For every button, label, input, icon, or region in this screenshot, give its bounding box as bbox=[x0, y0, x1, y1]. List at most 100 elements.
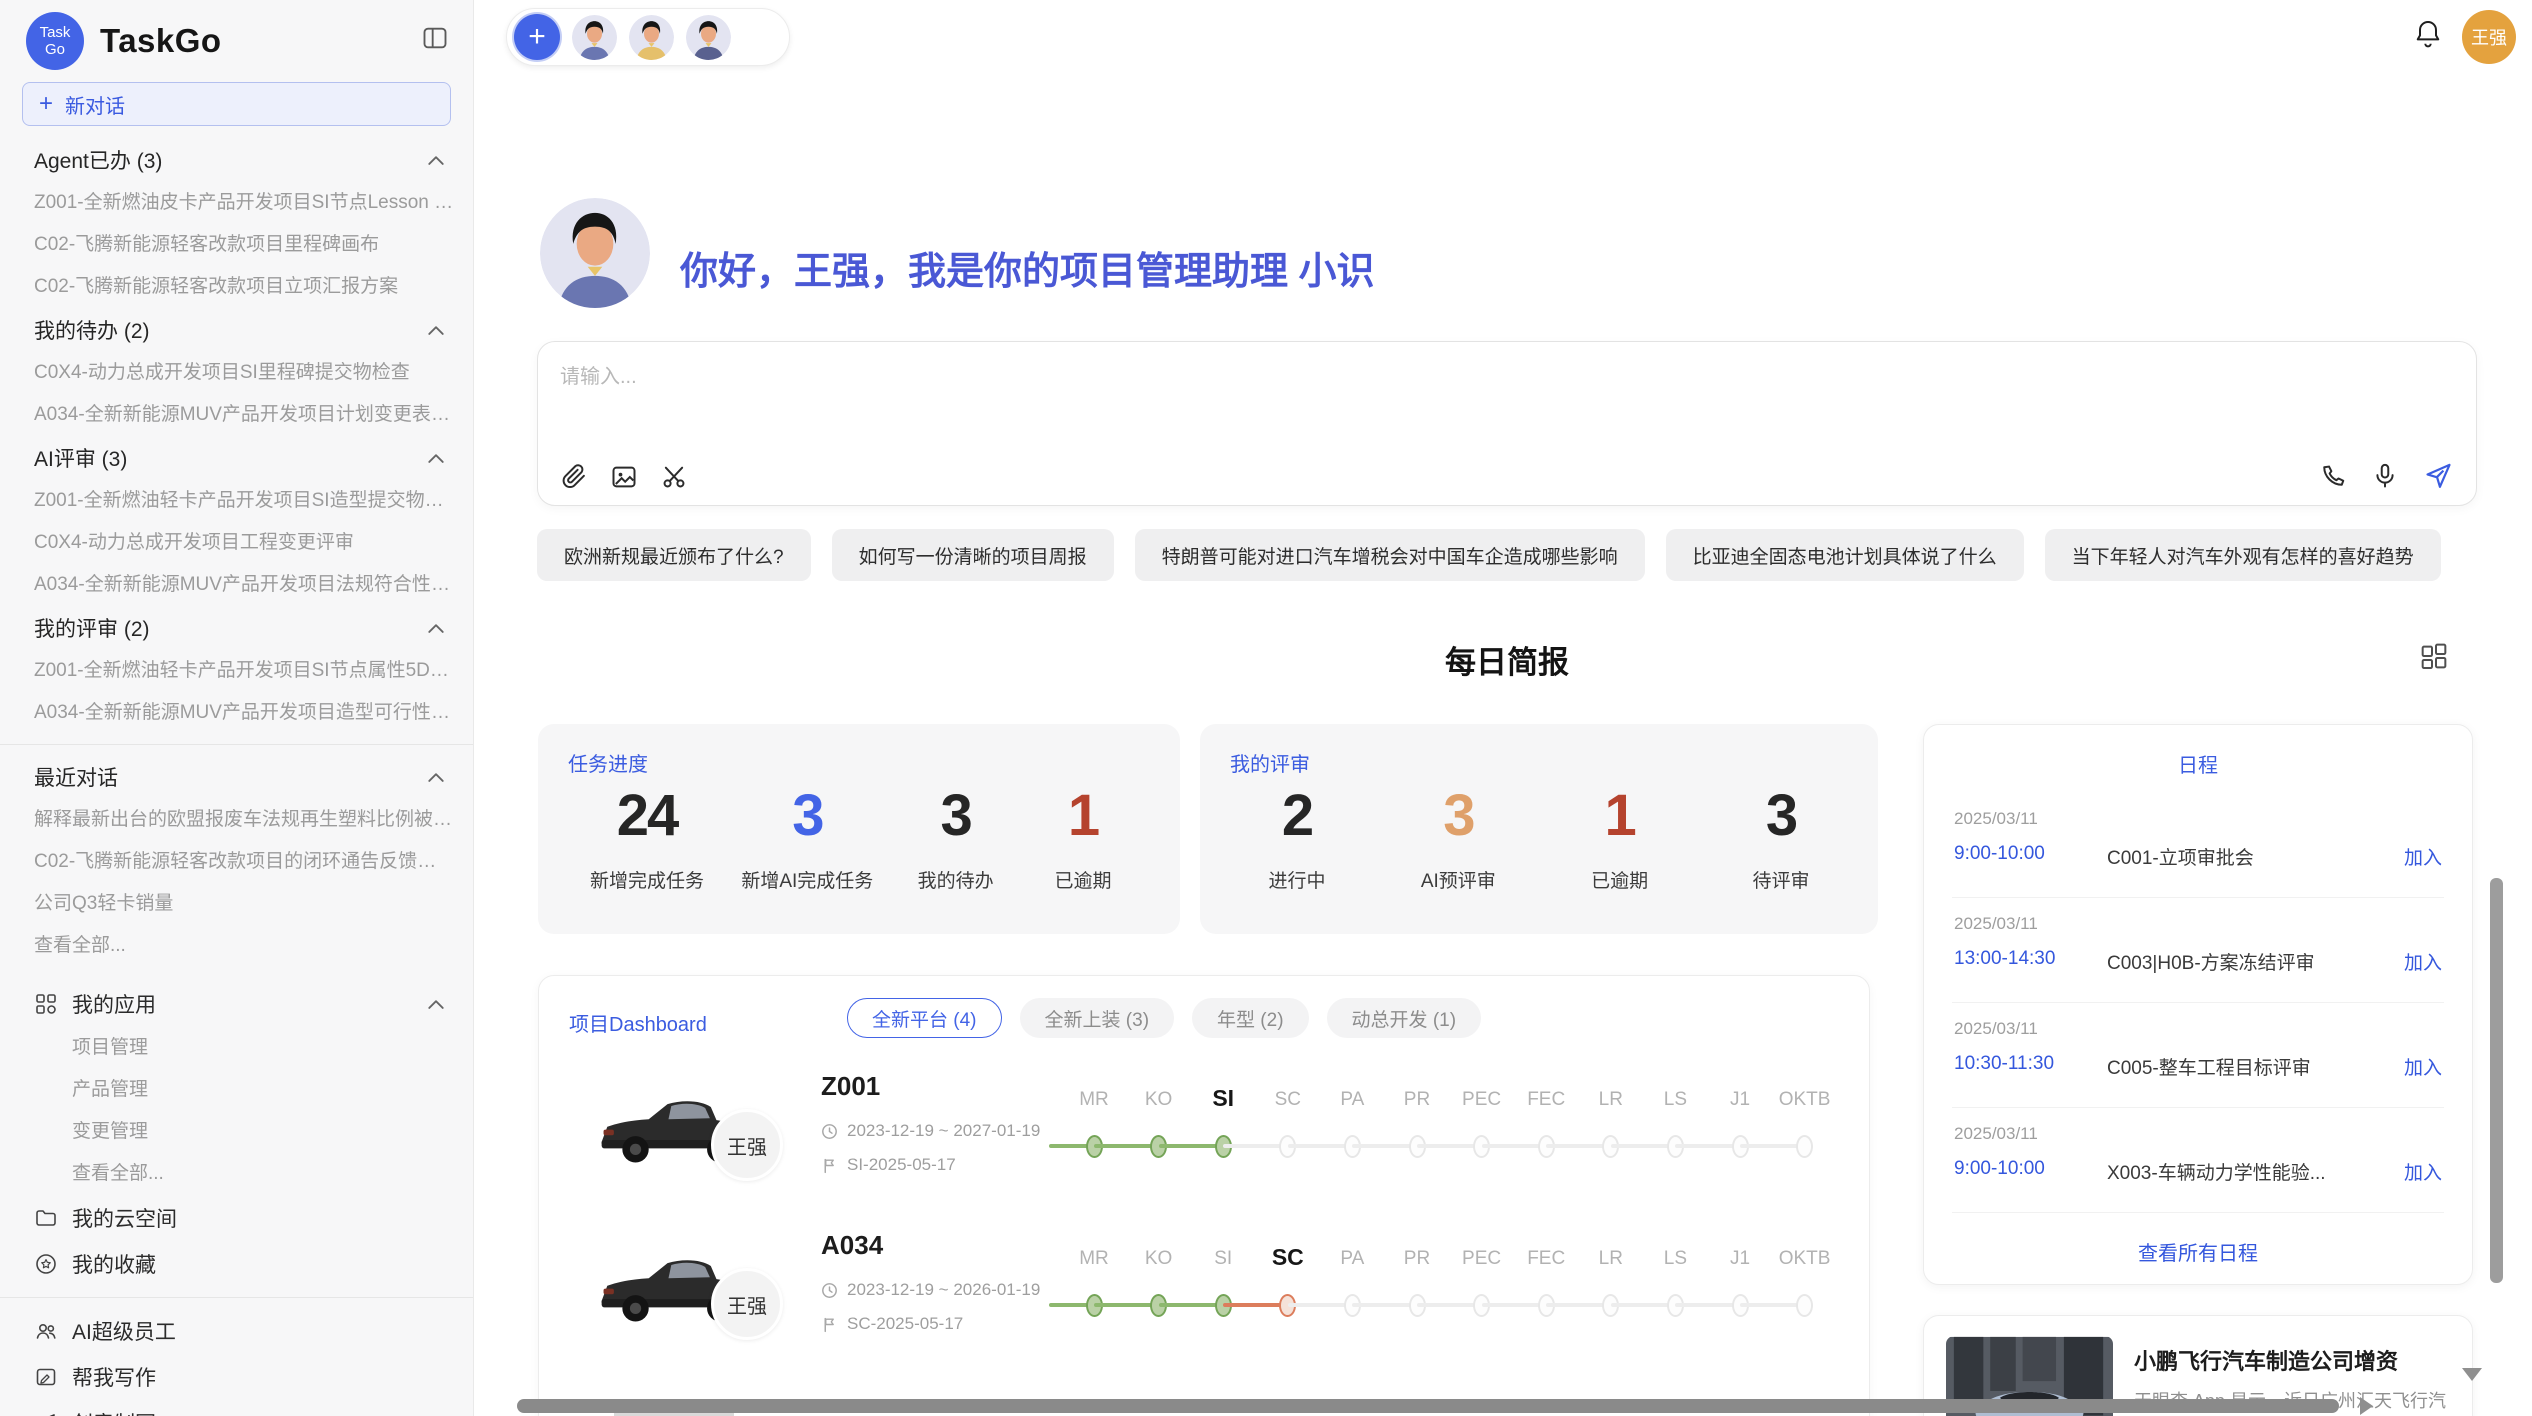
sidebar-item-cloud-space[interactable]: 我的云空间 bbox=[0, 1195, 473, 1241]
section-title: 最近对话 bbox=[34, 762, 118, 792]
suggestion-chip[interactable]: 欧洲新规最近颁布了什么? bbox=[537, 529, 811, 581]
plus-icon: + bbox=[528, 20, 546, 54]
join-link[interactable]: 加入 bbox=[2404, 1053, 2442, 1080]
avatar[interactable] bbox=[629, 15, 674, 60]
suggestion-chip[interactable]: 特朗普可能对进口汽车增税会对中国车企造成哪些影响 bbox=[1135, 529, 1645, 581]
tab-model-year[interactable]: 年型 (2) bbox=[1192, 998, 1309, 1038]
milestone-segment bbox=[1611, 1303, 1676, 1307]
sidebar-item-creative-draw[interactable]: 创意制图 bbox=[0, 1400, 473, 1416]
suggestion-chip[interactable]: 当下年轻人对汽车外观有怎样的喜好趋势 bbox=[2045, 529, 2441, 581]
list-item[interactable]: C02-飞腾新能源轻客改款项目的闭环通告反馈情况 bbox=[0, 841, 473, 883]
section-title: AI评审 (3) bbox=[34, 443, 127, 473]
join-link[interactable]: 加入 bbox=[2404, 1158, 2442, 1185]
list-item[interactable]: Z001-全新燃油轻卡产品开发项目SI节点属性5D文件评审 bbox=[0, 650, 473, 692]
stat-label: 新增完成任务 bbox=[590, 866, 704, 893]
vertical-scrollbar[interactable] bbox=[2490, 878, 2503, 1283]
chat-input[interactable] bbox=[560, 360, 2450, 446]
sidebar-item-my-apps[interactable]: 我的应用 bbox=[0, 981, 473, 1027]
sidebar-collapse-icon[interactable] bbox=[421, 24, 449, 52]
list-item[interactable]: C02-飞腾新能源轻客改款项目立项汇报方案 bbox=[0, 266, 473, 308]
chevron-up-icon[interactable] bbox=[427, 153, 445, 167]
sidebar-item-help-write[interactable]: 帮我写作 bbox=[0, 1354, 473, 1400]
sidebar-item-change-mgmt[interactable]: 变更管理 bbox=[0, 1111, 473, 1153]
news-title: 小鹏飞行汽车制造公司增资 bbox=[2134, 1344, 2454, 1376]
chevron-up-icon[interactable] bbox=[427, 323, 445, 337]
scroll-right-arrow[interactable] bbox=[2360, 1397, 2373, 1415]
user-avatar[interactable]: 王强 bbox=[2462, 10, 2516, 64]
task-progress-card: 任务进度 24新增完成任务 3新增AI完成任务 3我的待办 1已逾期 bbox=[538, 724, 1180, 934]
list-item[interactable]: 解释最新出台的欧盟报废车法规再生塑料比例被调至15%... bbox=[0, 799, 473, 841]
section-my-review[interactable]: 我的评审 (2) bbox=[0, 606, 473, 650]
view-all-link[interactable]: 查看全部... bbox=[0, 925, 473, 967]
suggestion-chip[interactable]: 比亚迪全固态电池计划具体说了什么 bbox=[1666, 529, 2024, 581]
list-item[interactable]: Z001-全新燃油轻卡产品开发项目SI造型提交物评审 bbox=[0, 480, 473, 522]
section-recent-chats[interactable]: 最近对话 bbox=[0, 755, 473, 799]
stat-label: 新增AI完成任务 bbox=[741, 866, 873, 893]
tab-powertrain[interactable]: 动总开发 (1) bbox=[1327, 998, 1482, 1038]
scissors-icon[interactable] bbox=[660, 463, 688, 491]
stat-label: 进行中 bbox=[1252, 866, 1342, 893]
milestone-node[interactable] bbox=[1796, 1294, 1813, 1317]
list-item[interactable]: C0X4-动力总成开发项目SI里程碑提交物检查 bbox=[0, 352, 473, 394]
scroll-down-arrow[interactable] bbox=[2462, 1368, 2482, 1381]
milestone-node[interactable] bbox=[1796, 1135, 1813, 1158]
list-item[interactable]: A034-全新新能源MUV产品开发项目计划变更表编写 bbox=[0, 394, 473, 436]
add-session-button[interactable]: + bbox=[514, 14, 560, 60]
tab-new-platform[interactable]: 全新平台 (4) bbox=[847, 998, 1002, 1038]
milestone-segment bbox=[1417, 1144, 1482, 1148]
list-item[interactable]: 公司Q3轻卡销量 bbox=[0, 883, 473, 925]
section-ai-review[interactable]: AI评审 (3) bbox=[0, 436, 473, 480]
chevron-up-icon[interactable] bbox=[427, 770, 445, 784]
view-all-link[interactable]: 查看全部... bbox=[0, 1153, 473, 1195]
avatar[interactable] bbox=[572, 15, 617, 60]
attachment-icon[interactable] bbox=[560, 463, 588, 491]
event-date: 2025/03/11 bbox=[1954, 914, 2038, 934]
phone-icon[interactable] bbox=[2319, 462, 2347, 490]
send-icon[interactable] bbox=[2423, 460, 2454, 491]
list-item[interactable]: C02-飞腾新能源轻客改款项目里程碑画布 bbox=[0, 224, 473, 266]
stat-value: 2 bbox=[1252, 784, 1342, 848]
notification-bell-icon[interactable] bbox=[2412, 18, 2444, 50]
stat-value: 3 bbox=[1736, 784, 1826, 848]
chevron-up-icon[interactable] bbox=[427, 621, 445, 635]
tab-new-body[interactable]: 全新上装 (3) bbox=[1020, 998, 1175, 1038]
section-agent-done[interactable]: Agent已办 (3) bbox=[0, 138, 473, 182]
sidebar-item-ai-employee[interactable]: AI超级员工 bbox=[0, 1308, 473, 1354]
sidebar-item-favorites[interactable]: 我的收藏 bbox=[0, 1241, 473, 1287]
layout-grid-icon[interactable] bbox=[2418, 640, 2450, 672]
suggestion-chip[interactable]: 如何写一份清晰的项目周报 bbox=[832, 529, 1114, 581]
project-dates: 2023-12-19 ~ 2027-01-19 bbox=[821, 1121, 1040, 1141]
list-item[interactable]: A034-全新新能源MUV产品开发项目法规符合性评审 bbox=[0, 564, 473, 606]
assistant-avatar bbox=[540, 198, 650, 308]
join-link[interactable]: 加入 bbox=[2404, 843, 2442, 870]
cloud-space-label: 我的云空间 bbox=[72, 1203, 445, 1233]
new-chat-button[interactable]: + 新对话 bbox=[22, 82, 451, 126]
section-my-todo[interactable]: 我的待办 (2) bbox=[0, 308, 473, 352]
list-item[interactable]: Z001-全新燃油皮卡产品开发项目SI节点Lesson Learn报告 bbox=[0, 182, 473, 224]
milestone-segment bbox=[1159, 1303, 1224, 1307]
event-time: 10:30-11:30 bbox=[1954, 1053, 2054, 1075]
folder-icon bbox=[34, 1206, 58, 1230]
view-all-schedule-link[interactable]: 查看所有日程 bbox=[1924, 1237, 2472, 1266]
chevron-up-icon[interactable] bbox=[427, 451, 445, 465]
stat-value: 1 bbox=[1575, 784, 1665, 848]
schedule-entry: 2025/03/11 13:00-14:30 C003|H0B-方案冻结评审 加… bbox=[1952, 898, 2444, 1003]
chevron-up-icon[interactable] bbox=[427, 997, 445, 1011]
horizontal-scrollbar[interactable] bbox=[517, 1399, 2339, 1413]
join-link[interactable]: 加入 bbox=[2404, 948, 2442, 975]
my-apps-label: 我的应用 bbox=[72, 989, 427, 1019]
list-item[interactable]: A034-全新新能源MUV产品开发项目造型可行性评审 bbox=[0, 692, 473, 734]
sidebar-item-product-mgmt[interactable]: 产品管理 bbox=[0, 1069, 473, 1111]
avatar[interactable] bbox=[686, 15, 731, 60]
stat-value: 3 bbox=[911, 784, 1001, 848]
list-item[interactable]: C0X4-动力总成开发项目工程变更评审 bbox=[0, 522, 473, 564]
microphone-icon[interactable] bbox=[2371, 462, 2399, 490]
event-name: C003|H0B-方案冻结评审 bbox=[2107, 948, 2315, 975]
image-icon[interactable] bbox=[610, 463, 638, 491]
milestone-label: OKTB bbox=[1763, 1089, 1847, 1111]
project-code: A034 bbox=[821, 1230, 883, 1261]
creative-draw-label: 创意制图 bbox=[72, 1408, 445, 1416]
sidebar-item-project-mgmt[interactable]: 项目管理 bbox=[0, 1027, 473, 1069]
project-row[interactable]: 王强 Z001 2023-12-19 ~ 2027-01-19 SI-2025-… bbox=[539, 1061, 1869, 1220]
project-row[interactable]: 王强 A034 2023-12-19 ~ 2026-01-19 SC-2025-… bbox=[539, 1220, 1869, 1379]
